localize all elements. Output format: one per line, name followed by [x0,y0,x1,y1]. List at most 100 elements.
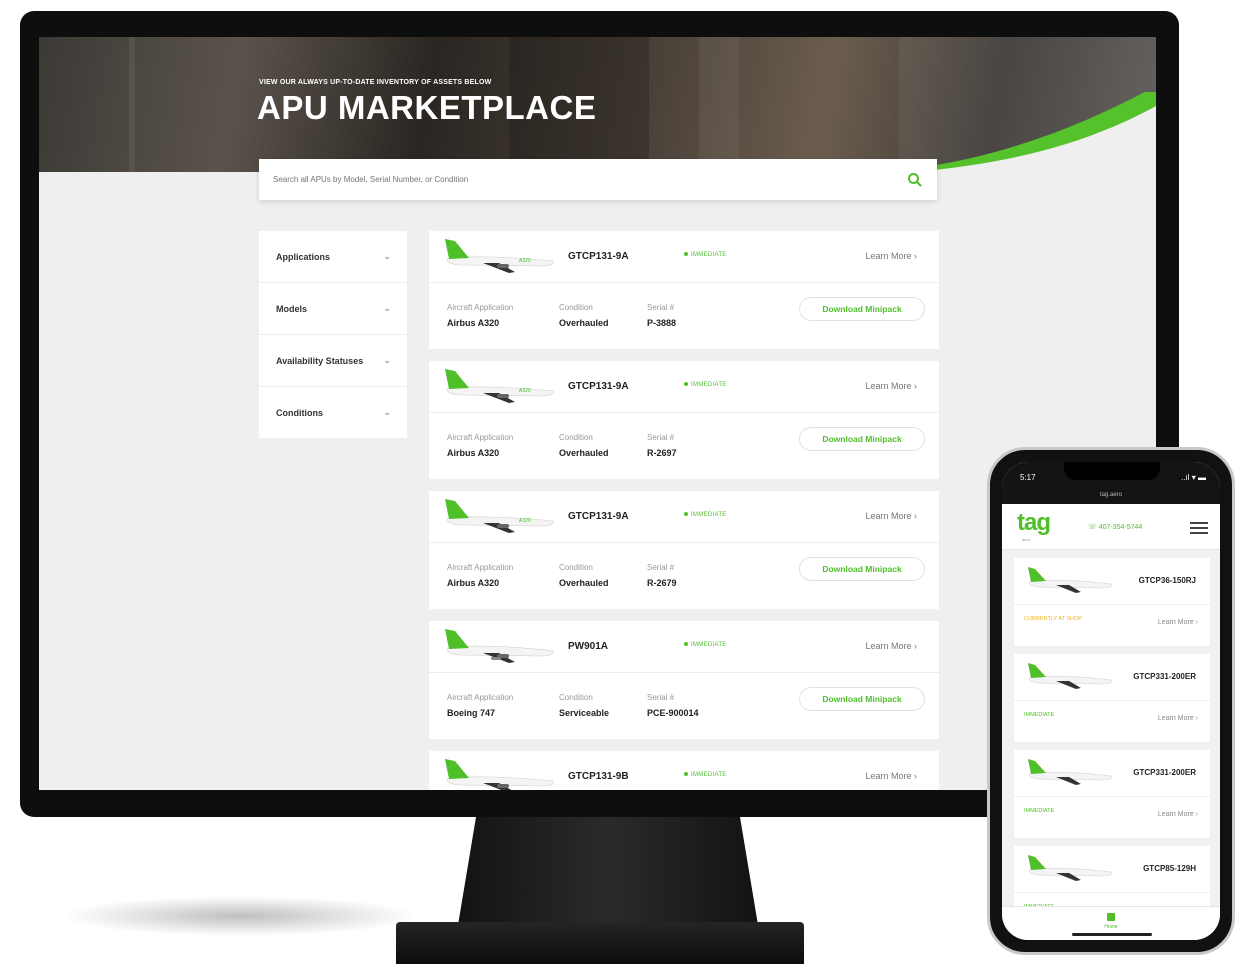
airplane-icon: A320 [445,239,554,273]
meta-label: Serial # [647,563,675,572]
phone-icon: ☏ [1088,524,1097,531]
tag-logo[interactable]: tag [1017,509,1051,537]
floor-shadow [60,896,420,936]
phone-notch [1064,462,1160,480]
aircraft-application: Boeing 747 [447,708,496,718]
logo-subtext: aero [1022,537,1031,542]
filter-applications[interactable]: Applications ⌄ [259,231,407,283]
status-badge: CURRENTLY AT SHOP [1024,616,1082,622]
aircraft-application: Airbus A320 [447,318,500,328]
serial-value: R-2697 [647,448,677,458]
status-time: 5:17 [1020,473,1036,482]
phone-link[interactable]: ☏ 407-354-5744 [1088,523,1142,531]
airplane-icon: A320 [445,499,554,533]
meta-label: Condition [559,563,593,572]
chevron-right-icon: › [914,251,917,261]
svg-text:A320: A320 [519,258,531,264]
chevron-right-icon: › [1195,811,1198,818]
listing-model: GTCP131-9A [568,511,629,522]
mobile-nav: tag aero ☏ 407-354-5744 [1002,504,1220,550]
hero-banner: VIEW OUR ALWAYS UP-TO-DATE INVENTORY OF … [39,37,1156,172]
chevron-right-icon: › [1195,715,1198,722]
learn-more-link[interactable]: Learn More › [865,381,917,391]
filter-availability[interactable]: Availability Statuses ⌄ [259,335,407,387]
learn-more-link[interactable]: Learn More › [1158,811,1198,818]
status-badge: IMMEDIATE [684,512,727,518]
status-badge: IMMEDIATE [684,252,727,258]
menu-icon[interactable] [1190,522,1208,537]
tab-home-label: Home [1104,924,1118,930]
status-badge: IMMEDIATE [684,382,727,388]
svg-text:A320: A320 [519,518,531,524]
learn-more-label: Learn More [865,381,912,391]
mobile-phone: 5:17 ..ıl ▾ ▬ tag.aero tag aero ☏ 407-35… [987,447,1235,955]
download-minipack-button[interactable]: Download Minipack [799,297,925,321]
airplane-icon [1028,759,1112,785]
filter-label: Availability Statuses [276,355,364,366]
filter-conditions[interactable]: Conditions ⌄ [259,387,407,439]
mobile-url-bar[interactable]: tag.aero [1002,492,1220,504]
search-bar [259,159,937,200]
airplane-icon [1028,567,1112,593]
chevron-right-icon: › [1195,619,1198,626]
download-minipack-button[interactable]: Download Minipack [799,557,925,581]
learn-more-link[interactable]: Learn More › [865,771,917,781]
airplane-icon: A320 [445,369,554,403]
meta-label: Condition [559,303,593,312]
meta-label: Aircraft Application [447,433,514,442]
hero-kicker: VIEW OUR ALWAYS UP-TO-DATE INVENTORY OF … [259,79,492,86]
serial-value: P-3888 [647,318,677,328]
meta-label: Aircraft Application [447,563,514,572]
status-badge: IMMEDIATE [684,642,727,648]
condition-value: Overhauled [559,578,609,588]
learn-more-link[interactable]: Learn More › [865,641,917,651]
serial-value: PCE-900014 [647,708,699,718]
learn-more-label: Learn More [865,251,912,261]
condition-value: Overhauled [559,448,609,458]
home-indicator [1072,933,1152,936]
chevron-down-icon: ⌄ [383,251,391,261]
listing-model: GTCP85-129H [1143,864,1196,873]
condition-value: Overhauled [559,318,609,328]
chevron-down-icon: ⌄ [383,355,391,365]
search-input[interactable] [273,175,907,184]
chevron-right-icon: › [914,381,917,391]
download-minipack-button[interactable]: Download Minipack [799,687,925,711]
phone-number: 407-354-5744 [1098,524,1143,531]
download-minipack-button[interactable]: Download Minipack [799,427,925,451]
condition-value: Serviceable [559,708,610,718]
learn-more-label: Learn More [865,771,912,781]
learn-more-link[interactable]: Learn More › [1158,619,1198,626]
mobile-tab-bar: Home [1002,906,1220,940]
listing-model: GTCP131-9A [568,381,629,392]
meta-label: Serial # [647,693,675,702]
chevron-right-icon: › [914,511,917,521]
learn-more-link[interactable]: Learn More › [865,511,917,521]
mobile-listing-card: GTCP331-200ER IMMEDIATE Learn More › [1014,654,1210,742]
aircraft-application: Airbus A320 [447,578,500,588]
battery-icon: ..ıl ▾ ▬ [1181,473,1206,482]
search-icon[interactable] [907,172,923,188]
learn-more-label: Learn More [865,641,912,651]
chevron-down-icon: ⌄ [383,407,391,417]
home-icon[interactable] [1107,913,1115,921]
mobile-listing-card: GTCP36-150RJ CURRENTLY AT SHOP Learn Mor… [1014,558,1210,646]
filter-panel: Applications ⌄ Models ⌄ Availability Statu… [259,231,407,439]
chevron-right-icon: › [914,771,917,781]
listing-list: A320 GTCP131-9A IMMEDIATE Learn More › A… [429,231,939,790]
learn-more-link[interactable]: Learn More › [865,251,917,261]
product-mockup: VIEW OUR ALWAYS UP-TO-DATE INVENTORY OF … [0,0,1235,964]
aircraft-application: Airbus A320 [447,448,500,458]
learn-more-link[interactable]: Learn More › [1158,715,1198,722]
learn-more-label: Learn More [1157,715,1194,722]
filter-models[interactable]: Models ⌄ [259,283,407,335]
status-badge: IMMEDIATE [1024,808,1055,814]
listing-model: GTCP331-200ER [1133,672,1196,681]
monitor-stand-base [396,922,804,964]
meta-label: Serial # [647,433,675,442]
chevron-down-icon: ⌄ [383,303,391,313]
learn-more-label: Learn More [1157,619,1194,626]
page-title: APU MARKETPLACE [257,89,597,126]
listing-model: GTCP331-200ER [1133,768,1196,777]
listing-model: GTCP131-9B [568,771,629,782]
